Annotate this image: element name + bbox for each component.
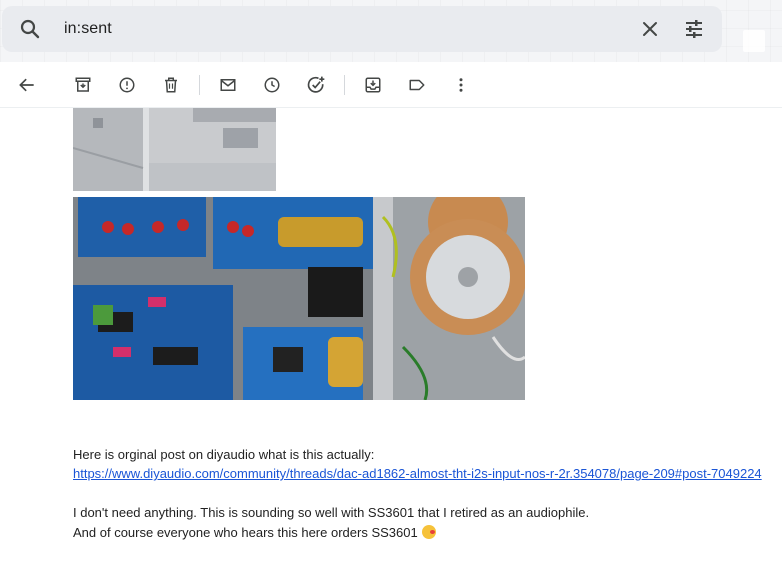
snooze-button[interactable] [250, 65, 294, 105]
message-body: Here is orginal post on diyaudio what is… [0, 108, 782, 569]
message-line-2: I don't need anything. This is sounding … [73, 505, 590, 520]
search-bar[interactable]: in:sent [2, 6, 722, 52]
toolbar-divider [344, 74, 345, 95]
mail-icon [220, 78, 236, 91]
clock-icon [264, 77, 280, 92]
label-icon [409, 79, 425, 90]
enclosure-photo[interactable] [73, 108, 276, 191]
dac-boards-photo[interactable] [73, 197, 525, 400]
back-button[interactable] [5, 65, 49, 105]
report-spam-button[interactable] [105, 65, 149, 105]
label-button[interactable] [395, 65, 439, 105]
search-options-icon[interactable] [672, 6, 716, 52]
background-square [743, 30, 765, 52]
delete-button[interactable] [149, 65, 193, 105]
mark-unread-button[interactable] [206, 65, 250, 105]
message-line-3-wrapper: And of course everyone who hears this he… [73, 525, 436, 540]
diyaudio-link[interactable]: https://www.diyaudio.com/community/threa… [73, 466, 762, 481]
add-task-button[interactable] [294, 65, 338, 105]
move-to-inbox-icon [365, 77, 381, 92]
clear-search-icon[interactable] [628, 6, 672, 52]
more-button[interactable] [439, 65, 483, 105]
message-intro: Here is orginal post on diyaudio what is… [73, 447, 375, 462]
archive-icon [75, 77, 91, 92]
arrow-back-icon [19, 78, 34, 91]
toolbar-divider [199, 74, 200, 95]
more-vert-icon [459, 77, 463, 92]
search-icon[interactable] [8, 6, 52, 52]
trash-icon [165, 77, 177, 92]
search-input[interactable]: in:sent [52, 20, 628, 38]
message-toolbar [0, 62, 782, 108]
message-line-3: And of course everyone who hears this he… [73, 525, 418, 540]
kiss-emoji-icon [421, 525, 436, 539]
add-task-icon [307, 76, 325, 93]
archive-button[interactable] [61, 65, 105, 105]
move-to-button[interactable] [351, 65, 395, 105]
report-icon [119, 77, 135, 92]
